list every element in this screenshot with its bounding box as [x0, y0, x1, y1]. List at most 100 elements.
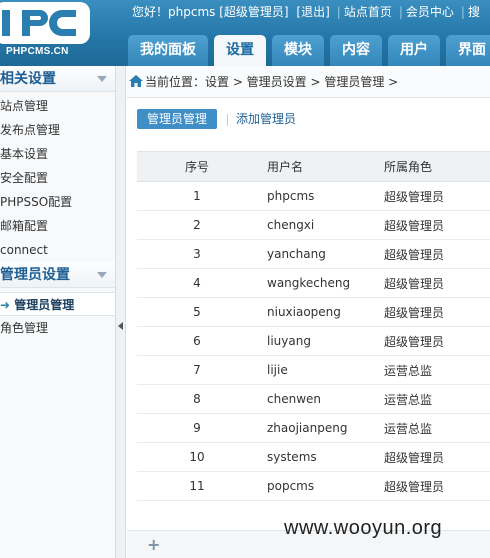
table-row[interactable]: 1 phpcms 超级管理员	[137, 181, 490, 211]
divider: |	[398, 5, 403, 19]
main-panel: 当前位置：设置 > 管理员设置 > 管理员管理 > 管理员管理 添加管理员 序号 …	[127, 66, 490, 558]
cell-username: niuxiaopeng	[257, 297, 374, 327]
logo[interactable]: PHPCMS.CN	[0, 0, 120, 66]
table-body: 1 phpcms 超级管理员 2 chengxi 超级管理员 3 yanchang 超级管理员 4…	[137, 181, 490, 501]
plus-icon[interactable]: +	[147, 535, 160, 554]
cell-index: 8	[137, 384, 257, 414]
nav-tab-settings[interactable]: 设置	[214, 35, 266, 66]
table-row[interactable]: 11 popcms 超级管理员	[137, 471, 490, 501]
collapse-left-icon[interactable]	[118, 322, 123, 330]
cell-username: yanchang	[257, 239, 374, 269]
column-header-username: 用户名	[257, 151, 374, 182]
breadcrumb: 当前位置：设置 > 管理员设置 > 管理员管理 >	[127, 66, 490, 98]
nav-tab-users[interactable]: 用户	[388, 35, 440, 66]
cell-username: liuyang	[257, 326, 374, 356]
cell-index: 9	[137, 413, 257, 443]
sidebar-item-connect[interactable]: connect	[0, 238, 115, 262]
cell-index: 1	[137, 181, 257, 211]
sidebar-item-phpsso-config[interactable]: PHPSSO配置	[0, 190, 115, 214]
cell-role: 运营总监	[374, 413, 490, 443]
home-icon	[129, 75, 143, 87]
subtab-admin-management[interactable]: 管理员管理	[137, 109, 218, 129]
table-row[interactable]: 7 lijie 运营总监	[137, 355, 490, 385]
greeting-text: 您好！phpcms [超级管理员]	[132, 5, 289, 19]
sidebar-item-label: 管理员管理	[14, 298, 75, 312]
cell-index: 11	[137, 471, 257, 501]
cell-role: 运营总监	[374, 355, 490, 385]
cell-username: chengxi	[257, 210, 374, 240]
cell-username: phpcms	[257, 181, 374, 211]
sidebar-item-publish-points[interactable]: 发布点管理	[0, 118, 115, 142]
logout-link[interactable]: [退出]	[296, 5, 329, 19]
logo-text: PHPCMS.CN	[6, 46, 69, 57]
cell-username: zhaojianpeng	[257, 413, 374, 443]
cell-index: 3	[137, 239, 257, 269]
table-row[interactable]: 9 zhaojianpeng 运营总监	[137, 413, 490, 443]
table-row[interactable]: 3 yanchang 超级管理员	[137, 239, 490, 269]
add-admin-link[interactable]: 添加管理员	[236, 112, 296, 126]
cell-username: chenwen	[257, 384, 374, 414]
sidebar-section-admin-settings[interactable]: 管理员设置	[0, 262, 115, 288]
watermark: www.wooyun.org	[284, 517, 443, 539]
nav-tab-content[interactable]: 内容	[330, 35, 382, 66]
cell-index: 10	[137, 442, 257, 472]
sidebar-section-title: 相关设置	[0, 71, 56, 87]
header-bar: PHPCMS.CN 您好！phpcms [超级管理员] [退出] | 站点首页 | 会员…	[0, 0, 490, 66]
chevron-down-icon[interactable]	[97, 272, 107, 278]
cell-index: 6	[137, 326, 257, 356]
sidebar: 相关设置 站点管理 发布点管理 基本设置 安全配置 PHPSSO配置 邮箱配置 …	[0, 66, 116, 558]
sidebar-item-basic-settings[interactable]: 基本设置	[0, 142, 115, 166]
cell-role: 超级管理员	[374, 181, 490, 211]
main-nav: 我的面板 设置 模块 内容 用户 界面	[128, 35, 490, 66]
member-center-link[interactable]: 会员中心	[406, 5, 454, 19]
cell-index: 7	[137, 355, 257, 385]
cell-username: lijie	[257, 355, 374, 385]
admin-table: 序号 用户名 所属角色 1 phpcms 超级管理员 2 chengxi 超级管理员 3 ya…	[137, 151, 490, 501]
search-link[interactable]: 搜	[468, 5, 480, 19]
table-row[interactable]: 6 liuyang 超级管理员	[137, 326, 490, 356]
table-row[interactable]: 8 chenwen 运营总监	[137, 384, 490, 414]
sidebar-group: 站点管理 发布点管理 基本设置 安全配置 PHPSSO配置 邮箱配置 conne…	[0, 92, 115, 262]
nav-tab-dashboard[interactable]: 我的面板	[128, 35, 208, 66]
sidebar-group: ➜ 管理员管理 角色管理	[0, 288, 115, 340]
column-header-index: 序号	[137, 151, 257, 182]
table-header-row: 序号 用户名 所属角色	[137, 151, 490, 182]
table-row[interactable]: 5 niuxiaopeng 超级管理员	[137, 297, 490, 327]
sidebar-item-security-config[interactable]: 安全配置	[0, 166, 115, 190]
cell-role: 超级管理员	[374, 326, 490, 356]
sidebar-item-site-management[interactable]: 站点管理	[0, 94, 115, 118]
table-row[interactable]: 4 wangkecheng 超级管理员	[137, 268, 490, 298]
breadcrumb-text: 当前位置：设置 > 管理员设置 > 管理员管理 >	[145, 75, 399, 89]
top-links: 您好！phpcms [超级管理员] [退出] | 站点首页 | 会员中心 | 搜	[132, 3, 484, 21]
cell-username: systems	[257, 442, 374, 472]
logo-mark-icon	[0, 2, 90, 44]
sidebar-item-mail-config[interactable]: 邮箱配置	[0, 214, 115, 238]
divider: |	[336, 5, 341, 19]
column-header-role: 所属角色	[374, 151, 490, 182]
nav-tab-modules[interactable]: 模块	[272, 35, 324, 66]
divider: |	[460, 5, 465, 19]
sidebar-section-title: 管理员设置	[0, 267, 70, 283]
chevron-down-icon[interactable]	[97, 76, 107, 82]
sidebar-item-role-management[interactable]: 角色管理	[0, 316, 115, 340]
sidebar-collapse-handle[interactable]	[116, 66, 126, 558]
table-row[interactable]: 10 systems 超级管理员	[137, 442, 490, 472]
arrow-right-icon: ➜	[0, 298, 11, 312]
sidebar-section-related-settings[interactable]: 相关设置	[0, 66, 115, 92]
sidebar-item-admin-management[interactable]: ➜ 管理员管理	[0, 292, 115, 316]
cell-role: 运营总监	[374, 384, 490, 414]
cell-username: wangkecheng	[257, 268, 374, 298]
nav-tab-interface[interactable]: 界面	[446, 35, 490, 66]
cell-role: 超级管理员	[374, 268, 490, 298]
table-row[interactable]: 2 chengxi 超级管理员	[137, 210, 490, 240]
cell-index: 5	[137, 297, 257, 327]
cell-role: 超级管理员	[374, 239, 490, 269]
cell-role: 超级管理员	[374, 210, 490, 240]
cell-index: 4	[137, 268, 257, 298]
cell-role: 超级管理员	[374, 471, 490, 501]
subtabs: 管理员管理 添加管理员	[137, 109, 296, 129]
cell-role: 超级管理员	[374, 442, 490, 472]
cell-username: popcms	[257, 471, 374, 501]
divider	[227, 113, 229, 126]
site-home-link[interactable]: 站点首页	[344, 5, 392, 19]
